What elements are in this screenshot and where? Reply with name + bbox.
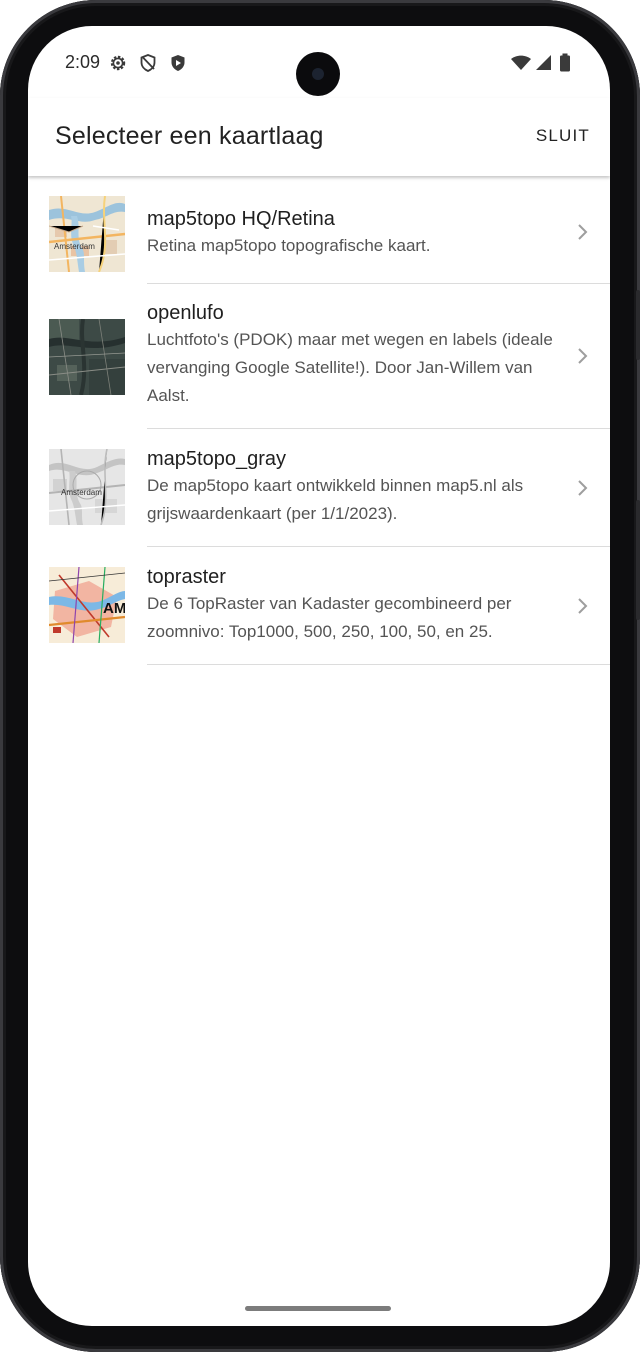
battery-icon	[558, 53, 572, 73]
list-item-title: map5topo HQ/Retina	[147, 208, 335, 230]
topraster-thumbnail: AM	[49, 567, 125, 643]
list-item-title: openlufo	[147, 302, 224, 324]
list-item-text: map5topo HQ/Retina Retina map5topo topog…	[147, 206, 567, 260]
list-item-description: Luchtfoto's (PDOK) maar met wegen en lab…	[147, 330, 553, 405]
list-item-description: De 6 TopRaster van Kadaster gecombineerd…	[147, 594, 512, 641]
map5topo-gray-thumbnail: Amsterdam	[49, 449, 125, 525]
close-button[interactable]: SLUIT	[536, 126, 590, 146]
shield-filled-icon	[168, 53, 188, 73]
gear-icon	[108, 53, 128, 73]
list-item-openlufo[interactable]: openlufo Luchtfoto's (PDOK) maar met weg…	[28, 284, 610, 429]
openlufo-thumbnail	[49, 319, 125, 395]
front-camera	[296, 52, 340, 96]
list-item-description: Retina map5topo topografische kaart.	[147, 236, 431, 255]
status-bar: 2:09	[28, 26, 610, 98]
power-button	[636, 500, 640, 620]
list-item-text: map5topo_gray De map5topo kaart ontwikke…	[147, 446, 567, 528]
list-item-title: topraster	[147, 566, 226, 588]
status-time: 2:09	[65, 52, 101, 72]
list-item-text: openlufo Luchtfoto's (PDOK) maar met weg…	[147, 300, 567, 410]
chevron-right-icon	[578, 480, 588, 496]
layer-list: Amsterdam map5topo HQ/Retina Retina map5…	[28, 176, 610, 665]
list-item-topraster[interactable]: AM topraster De 6 TopRaster van Kadaster…	[28, 547, 610, 665]
screen: 2:09 Selecteer een kaartlaag SLUIT Amste…	[28, 26, 610, 1326]
divider	[147, 664, 610, 665]
list-item-text: topraster De 6 TopRaster van Kadaster ge…	[147, 564, 567, 646]
chevron-right-icon	[578, 348, 588, 364]
volume-button	[636, 290, 640, 360]
list-item-description: De map5topo kaart ontwikkeld binnen map5…	[147, 476, 524, 523]
phone-frame: 2:09 Selecteer een kaartlaag SLUIT Amste…	[0, 0, 640, 1352]
app-bar: Selecteer een kaartlaag SLUIT	[28, 98, 610, 176]
chevron-right-icon	[578, 224, 588, 240]
list-item-map5topo-hq[interactable]: Amsterdam map5topo HQ/Retina Retina map5…	[28, 176, 610, 284]
wifi-icon	[510, 53, 532, 73]
chevron-right-icon	[578, 598, 588, 614]
page-title: Selecteer een kaartlaag	[55, 122, 324, 150]
list-item-map5topo-gray[interactable]: Amsterdam map5topo_gray De map5topo kaar…	[28, 429, 610, 547]
map5topo-thumbnail: Amsterdam	[49, 196, 125, 272]
thumbnail-map-label: Amsterdam	[61, 488, 102, 497]
list-item-title: map5topo_gray	[147, 448, 286, 470]
home-indicator[interactable]	[245, 1306, 391, 1311]
shield-outline-icon	[138, 53, 158, 73]
signal-icon	[534, 53, 554, 73]
thumbnail-map-label: Amsterdam	[54, 242, 95, 251]
thumbnail-map-label: AM	[103, 600, 125, 617]
